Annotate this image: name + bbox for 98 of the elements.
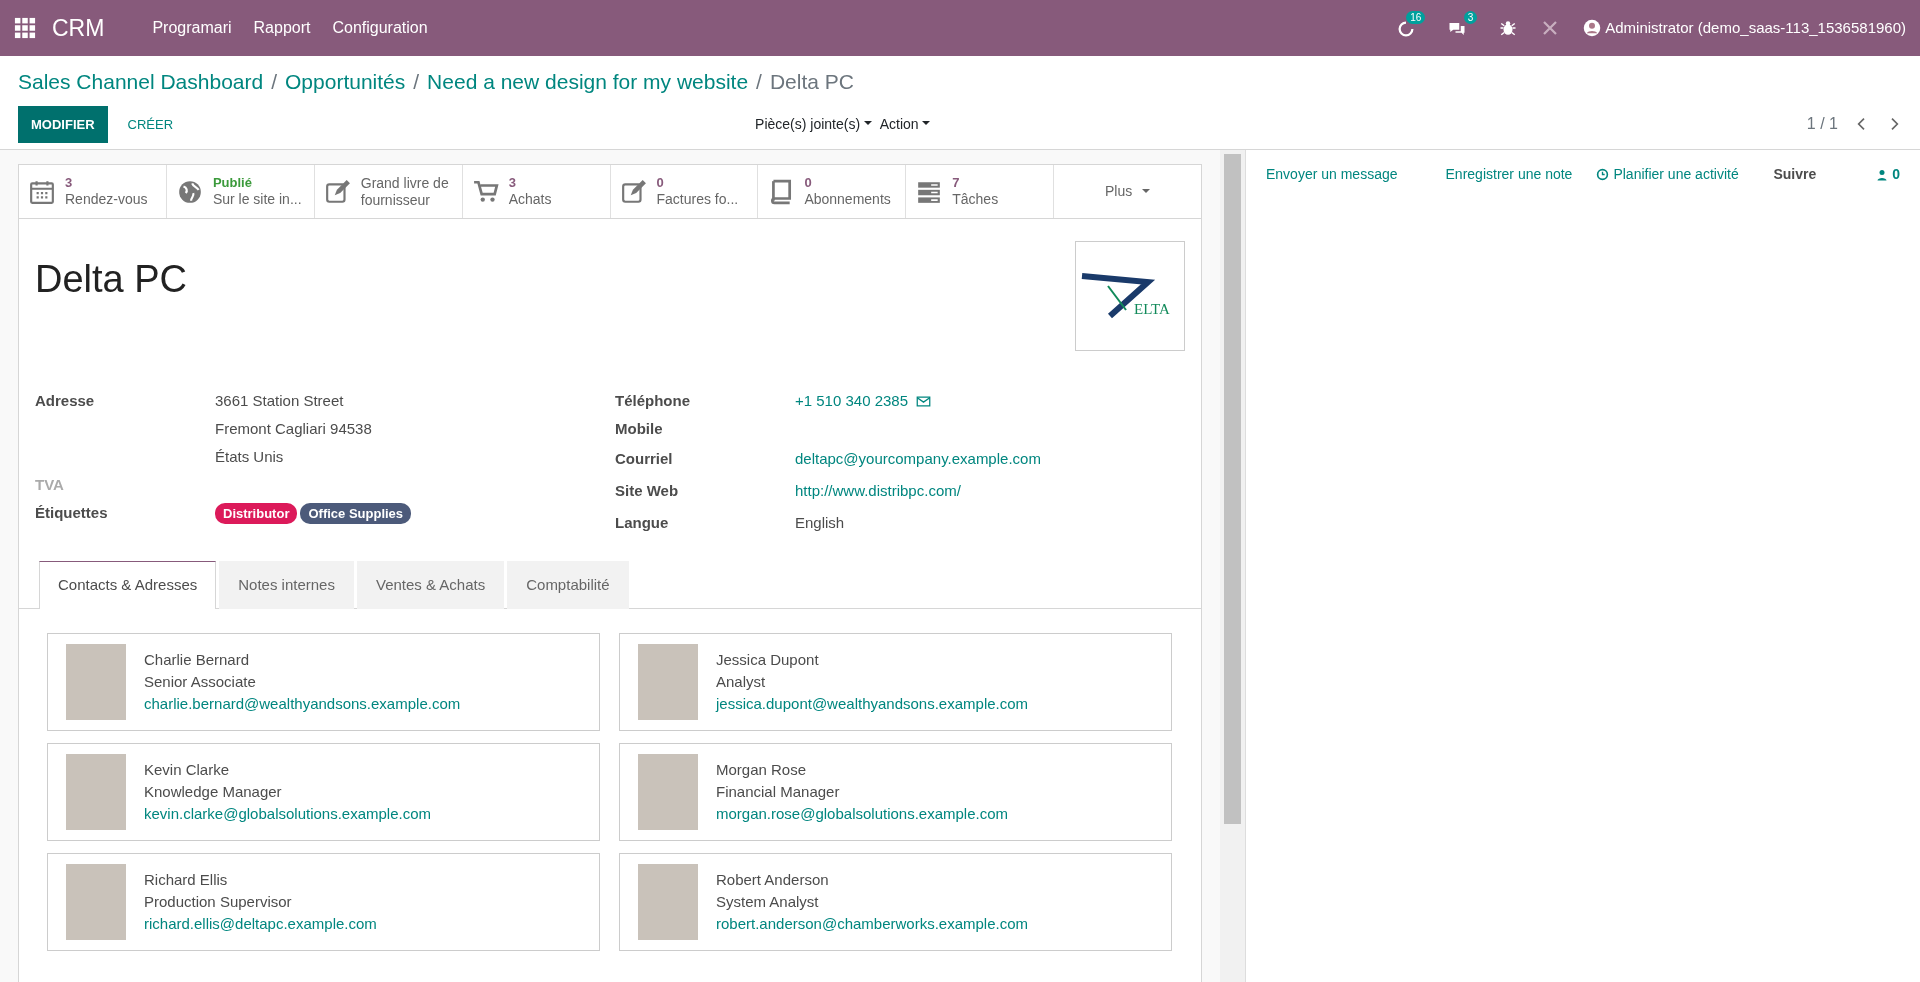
stat-value: 3 — [65, 175, 74, 191]
company-logo: ELTA — [1075, 241, 1185, 351]
envelope-icon — [916, 393, 932, 409]
breadcrumb-separator: / — [271, 69, 277, 95]
contact-card[interactable]: Robert Anderson System Analyst robert.anderson@chamberworks.example.com — [619, 852, 1172, 951]
contact-card[interactable]: Kevin Clarke Knowledge Manager kevin.clarke@globalsolutions.example.com — [47, 742, 600, 841]
field-label: TVA — [35, 475, 65, 495]
follow-button[interactable]: Suivre — [1773, 164, 1817, 185]
menu-item[interactable]: Configuration — [332, 16, 428, 40]
pager-value: 1 / 1 — [1806, 114, 1838, 135]
field-label: Courriel — [615, 449, 674, 469]
contact-function: Senior Associate — [144, 671, 257, 692]
tab[interactable]: Contacts & Adresses — [39, 561, 217, 609]
address-line: Fremont Cagliari 94538 — [215, 419, 372, 439]
contact-function: Knowledge Manager — [144, 781, 283, 802]
edit-button[interactable]: MODIFIER — [18, 105, 108, 143]
user-name[interactable]: Administrator (demo_saas-113_1536581960) — [1605, 16, 1906, 40]
contact-function: System Analyst — [716, 891, 820, 912]
menu-item[interactable]: Programari — [152, 16, 232, 40]
contact-function: Analyst — [716, 671, 767, 692]
contact-email[interactable]: richard.ellis@deltapc.example.com — [144, 914, 377, 932]
stat-value: 7 — [952, 175, 961, 191]
address-line: États Unis — [215, 447, 285, 467]
followers-button[interactable]: 0 — [1876, 164, 1900, 185]
app-grid-icon[interactable] — [14, 17, 36, 39]
field-label: Adresse — [35, 391, 96, 411]
contact-email[interactable]: kevin.clarke@globalsolutions.example.com — [144, 804, 432, 822]
activity-count-badge: 16 — [1406, 10, 1426, 24]
partner-name: Delta PC — [35, 257, 188, 302]
contact-name: Robert Anderson — [716, 869, 830, 890]
menu-item[interactable]: Rapport — [253, 16, 311, 40]
stat-value: 0 — [656, 175, 665, 191]
scrollbar[interactable] — [1220, 150, 1245, 982]
phone-link[interactable]: +1 510 340 2385 — [795, 387, 909, 415]
bug-icon — [1499, 19, 1518, 37]
contact-card[interactable]: Jessica Dupont Analyst jessica.dupont@wealthyandsons.example.com — [619, 632, 1172, 731]
edit-icon — [620, 178, 647, 205]
stat-label: Tâches — [952, 190, 999, 208]
clock-icon — [1596, 168, 1610, 181]
stat-value: Publié — [212, 175, 253, 191]
contact-email[interactable]: jessica.dupont@wealthyandsons.example.com — [716, 694, 1029, 712]
contact-name: Richard Ellis — [144, 869, 229, 890]
breadcrumb-link[interactable]: Opportunités — [285, 66, 406, 98]
contact-card[interactable]: Morgan Rose Financial Manager morgan.rose@globalsolutions.example.com — [619, 742, 1172, 841]
dropdown-menu-toggle[interactable]: Action — [879, 113, 931, 135]
field-link[interactable]: http://www.distribpc.com/ — [795, 475, 961, 507]
stat-value: 3 — [508, 175, 517, 191]
stat-label: Abonnements — [804, 190, 891, 208]
breadcrumb-separator: / — [413, 69, 420, 95]
stat-label: Factures fo... — [656, 190, 739, 208]
stat-label: Rendez-vous — [65, 190, 148, 208]
contact-email[interactable]: robert.anderson@chamberworks.example.com — [716, 914, 1029, 932]
breadcrumb-separator: / — [756, 69, 762, 95]
contact-card[interactable]: Richard Ellis Production Supervisor richard.ellis@deltapc.example.com — [47, 852, 600, 951]
contact-name: Charlie Bernard — [144, 649, 251, 670]
contact-name: Kevin Clarke — [144, 759, 231, 780]
tag: Distributor — [215, 503, 298, 524]
field-label: Langue — [615, 513, 670, 533]
contact-function: Financial Manager — [716, 781, 841, 802]
activity-clock-icon — [1397, 19, 1416, 38]
user-icon — [1876, 168, 1889, 181]
contact-card[interactable]: Charlie Bernard Senior Associate charlie.bernard@wealthyandsons.example.com — [47, 632, 600, 731]
breadcrumb-current: Delta PC — [769, 69, 854, 95]
send-message-link[interactable]: Envoyer un message — [1266, 164, 1398, 185]
dropdown-menu-toggle[interactable]: Pièce(s) jointe(s) — [755, 113, 872, 135]
tag: Office Supplies — [300, 503, 412, 524]
field-label: Mobile — [615, 419, 664, 439]
stat-value: 0 — [804, 175, 813, 191]
contact-function: Production Supervisor — [144, 891, 293, 912]
field-label: Site Web — [615, 481, 680, 501]
stat-value: Grand livre de — [360, 174, 449, 192]
edit-icon — [324, 178, 351, 205]
message-count-badge: 3 — [1463, 10, 1478, 24]
contact-email[interactable]: charlie.bernard@wealthyandsons.example.com — [144, 694, 461, 712]
calendar-icon — [29, 178, 55, 205]
log-note-link[interactable]: Enregistrer une note — [1445, 164, 1573, 185]
tab[interactable]: Ventes & Achats — [356, 561, 505, 609]
field-label: Étiquettes — [35, 503, 109, 523]
schedule-activity-link[interactable]: Planifier une activité — [1596, 164, 1739, 185]
field-link[interactable]: deltapc@yourcompany.example.com — [795, 443, 1041, 475]
breadcrumb-link[interactable]: Sales Channel Dashboard — [18, 66, 264, 98]
stat-label: Sur le site in... — [212, 190, 302, 208]
contact-name: Jessica Dupont — [716, 649, 820, 670]
cart-icon — [472, 178, 499, 205]
contact-name: Morgan Rose — [716, 759, 808, 780]
stat-label: Achats — [508, 190, 552, 208]
contact-email[interactable]: morgan.rose@globalsolutions.example.com — [716, 804, 1009, 822]
field-label: Téléphone — [615, 391, 691, 411]
globe-icon — [176, 178, 203, 205]
breadcrumb-link[interactable]: Need a new design for my website — [427, 66, 749, 98]
field-value: English — [795, 513, 845, 533]
tab[interactable]: Notes internes — [219, 561, 354, 609]
user-avatar-icon — [1583, 19, 1602, 37]
address-line: 3661 Station Street — [215, 391, 345, 411]
create-button[interactable]: CRÉER — [115, 106, 186, 142]
app-name: CRM — [52, 13, 105, 43]
stat-label: fournisseur — [360, 191, 431, 209]
tab[interactable]: Comptabilité — [507, 561, 629, 609]
